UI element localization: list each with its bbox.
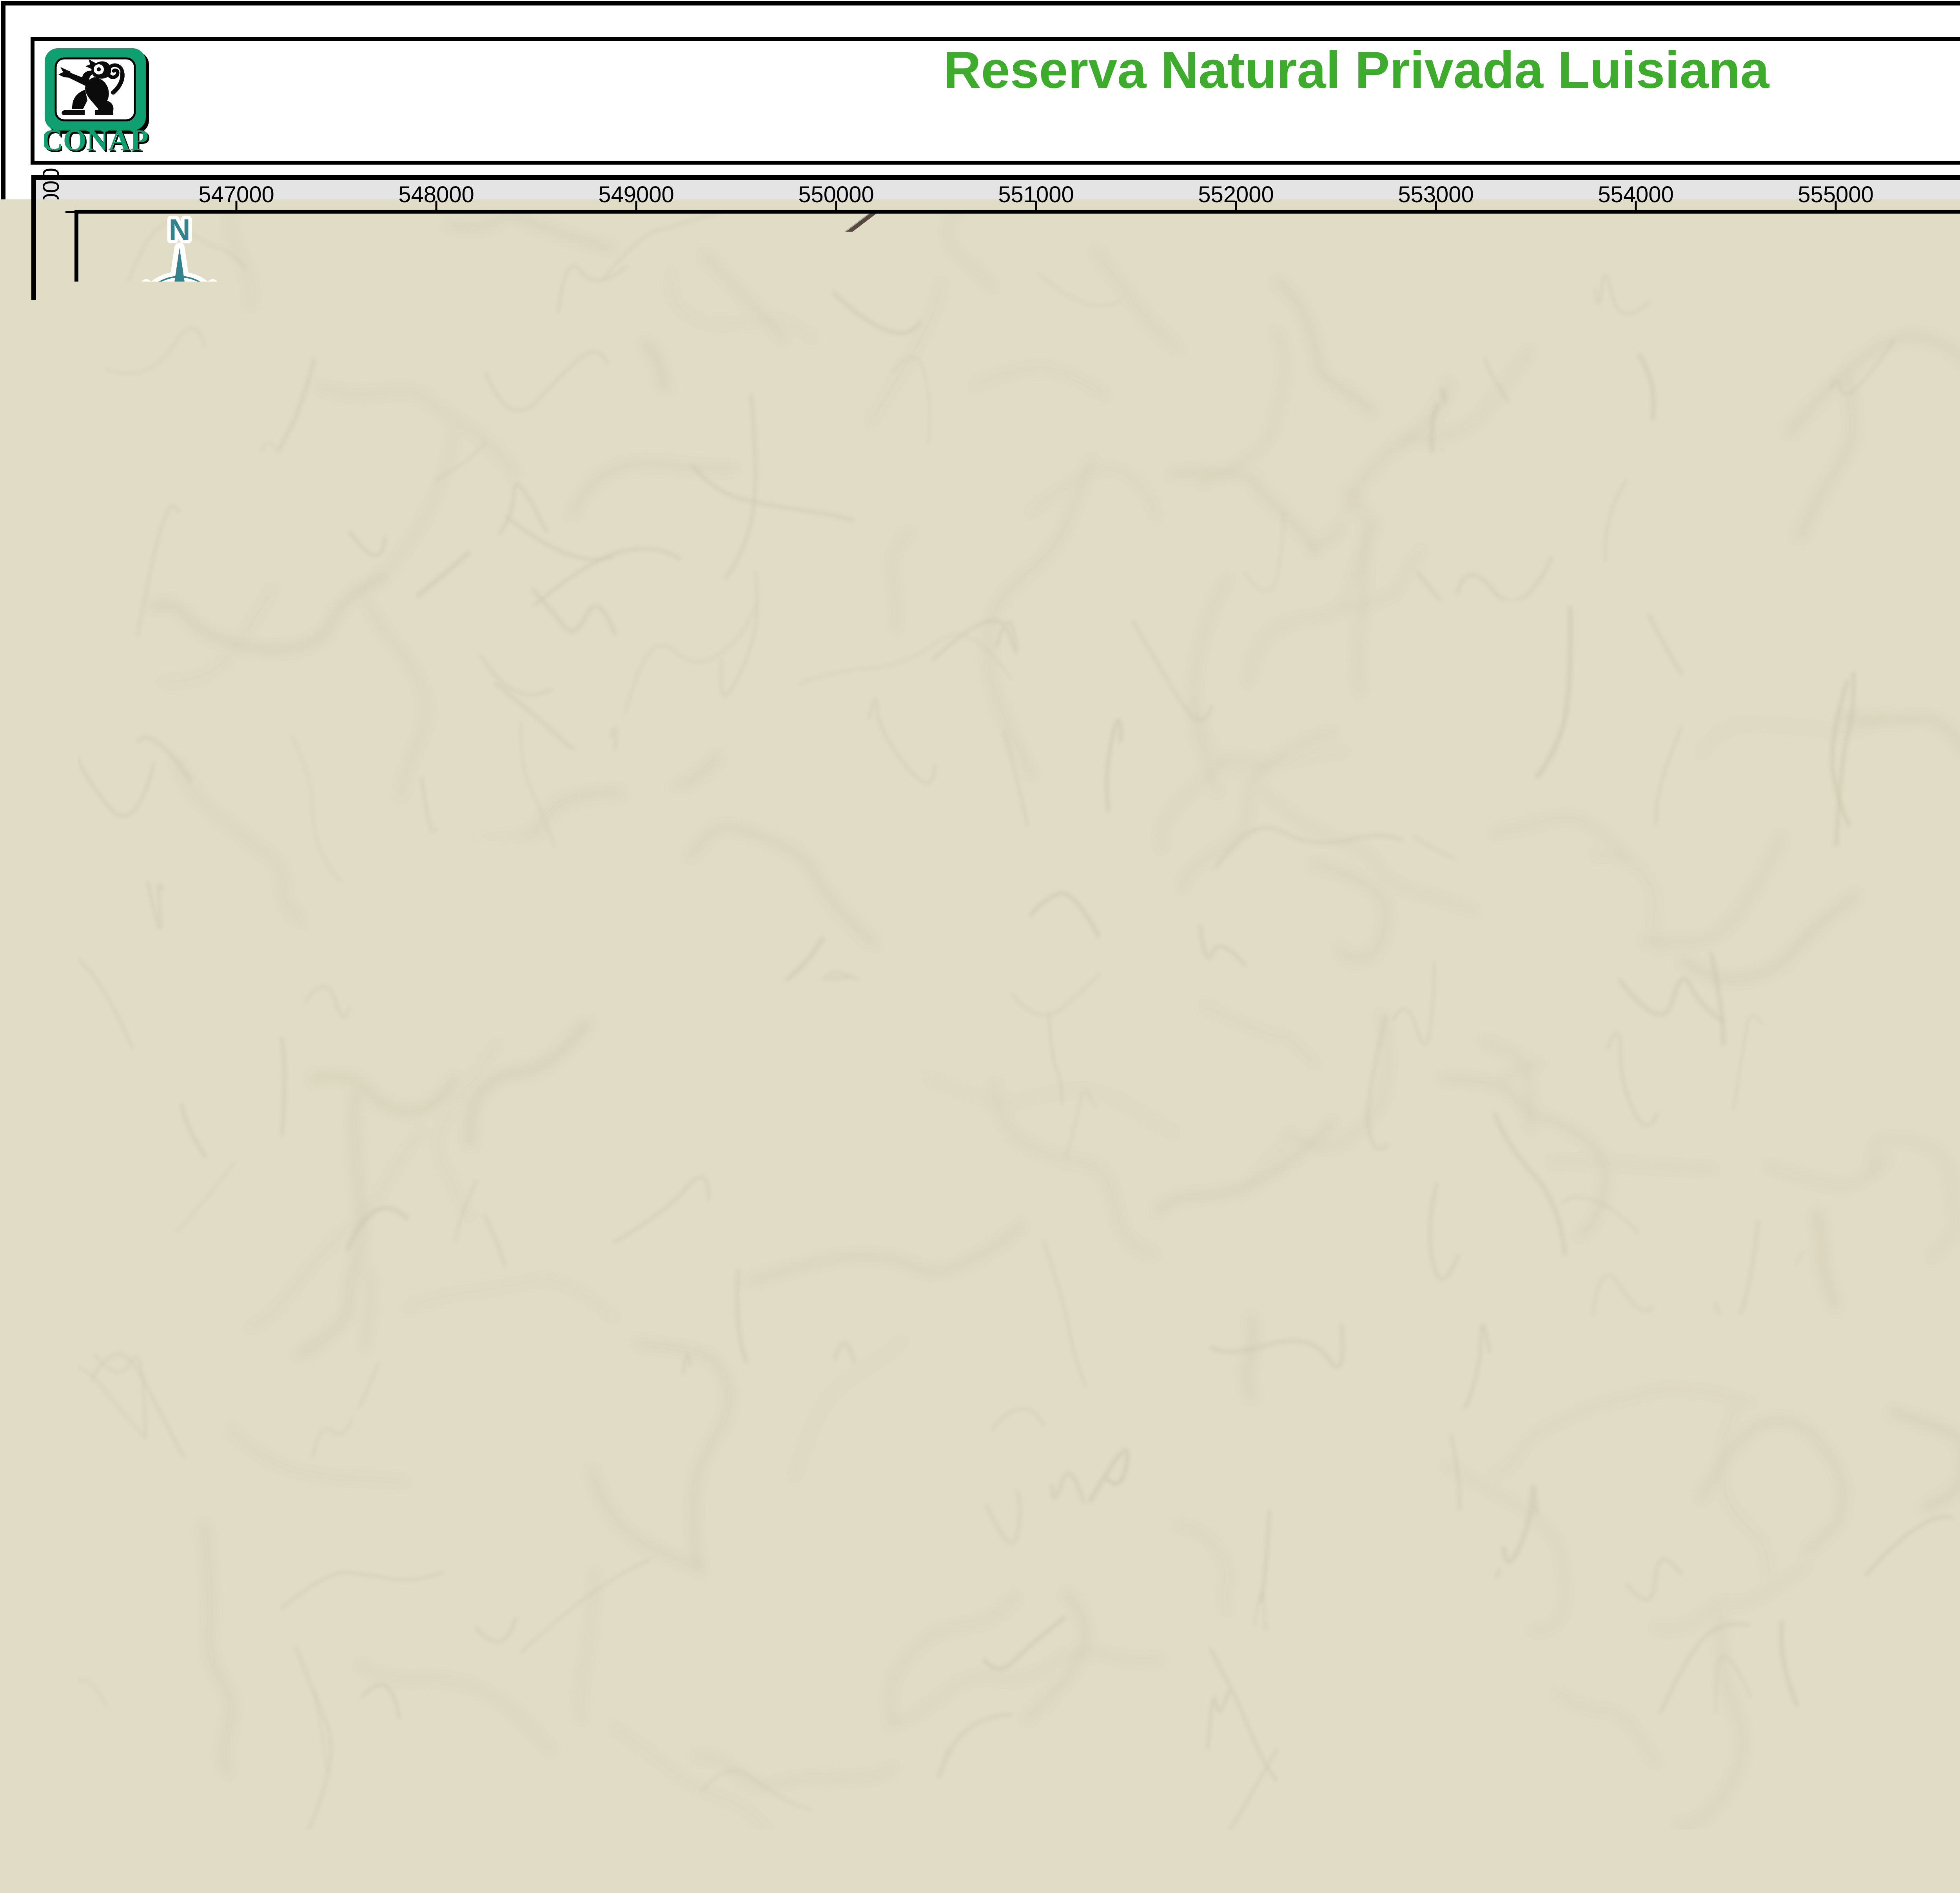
svg-text:O: O	[80, 301, 103, 335]
svg-text:551000: 551000	[998, 182, 1074, 207]
svg-text:1665000: 1665000	[38, 1526, 64, 1614]
svg-text:1670000: 1670000	[38, 556, 64, 644]
svg-text:1668000: 1668000	[38, 944, 64, 1032]
svg-text:554000: 554000	[1598, 182, 1674, 207]
svg-text:1669000: 1669000	[38, 750, 64, 838]
svg-text:0.76: 0.76	[274, 1718, 345, 1758]
svg-text:0: 0	[150, 1718, 170, 1758]
svg-text:1666000: 1666000	[38, 1332, 64, 1420]
svg-text:BAJA VERAPAZ: BAJA VERAPAZ	[161, 388, 520, 426]
svg-text:1672000: 1672000	[38, 168, 64, 256]
svg-text:1667000: 1667000	[38, 1138, 64, 1226]
svg-text:1.52: 1.52	[417, 1718, 488, 1758]
svg-text:553000: 553000	[1398, 182, 1474, 207]
svg-text:552000: 552000	[1198, 182, 1274, 207]
svg-text:N: N	[169, 213, 191, 247]
svg-text:548000: 548000	[398, 182, 474, 207]
svg-text:549000: 549000	[598, 182, 674, 207]
svg-text:1664000: 1664000	[38, 1720, 64, 1808]
svg-text:555000: 555000	[1798, 182, 1874, 207]
svg-text:Kilómetros: Kilómetros	[489, 1719, 652, 1758]
svg-text:1671000: 1671000	[38, 362, 64, 450]
svg-text:Luisiana: Luisiana	[1046, 1058, 1137, 1086]
svg-text:Natural: Natural	[1051, 991, 1132, 1020]
svg-text:Reserva: Reserva	[1050, 958, 1134, 986]
svg-text:0.38: 0.38	[198, 1718, 269, 1758]
svg-text:E: E	[258, 301, 278, 335]
svg-text:Privada: Privada	[1050, 1024, 1134, 1053]
svg-text:550000: 550000	[798, 182, 874, 207]
svg-text:547000: 547000	[198, 182, 274, 207]
